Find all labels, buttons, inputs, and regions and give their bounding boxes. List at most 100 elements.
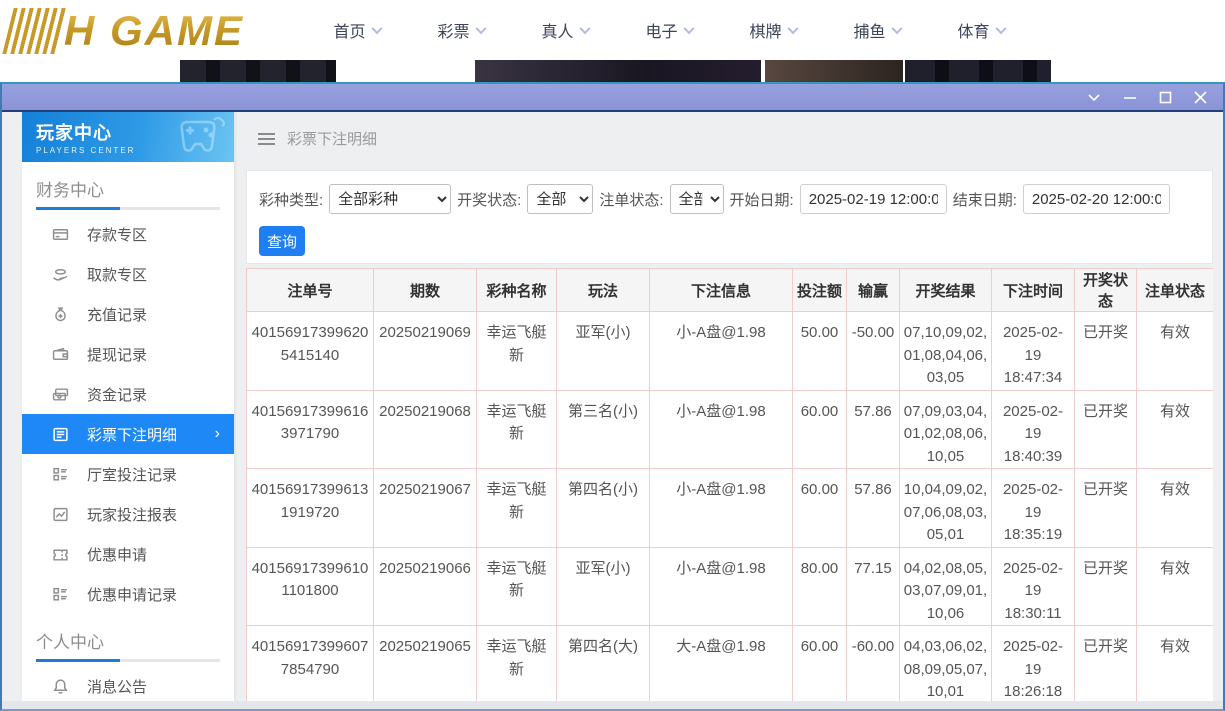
- table-cell: 第三名(小): [557, 390, 650, 469]
- table-cell: 已开奖: [1075, 312, 1137, 391]
- nav-item-label: 捕鱼: [853, 18, 885, 42]
- breadcrumb: 彩票下注明细: [258, 128, 377, 149]
- column-header: 注单状态: [1137, 269, 1214, 312]
- sidebar-item-label: 充值记录: [87, 304, 147, 325]
- gamepad-icon: [168, 114, 228, 160]
- recharge-record-icon: [52, 306, 69, 323]
- table-cell: 57.86: [847, 390, 900, 469]
- background-banner-fragment: [905, 60, 1051, 82]
- nav-item-label: 电子: [645, 18, 677, 42]
- sidebar-item-player-bet-report[interactable]: 玩家投注报表›: [22, 494, 234, 534]
- withdraw-record-icon: [52, 346, 69, 363]
- chevron-down-icon: [579, 23, 590, 34]
- background-banner-fragment: [765, 60, 903, 82]
- table-header-row: 注单号期数彩种名称玩法下注信息投注额输赢开奖结果下注时间开奖状态注单状态: [247, 269, 1214, 312]
- sidebar-item-promo-apply[interactable]: 优惠申请›: [22, 534, 234, 574]
- table-cell: 有效: [1137, 626, 1214, 702]
- chevron-down-icon: [371, 23, 382, 34]
- table-cell: 大-A盘@1.98: [650, 626, 793, 702]
- table-cell: 有效: [1137, 547, 1214, 626]
- table-row: 40156917399610110180020250219066幸运飞艇新亚军(…: [247, 547, 1214, 626]
- sidebar-item-label: 玩家投注报表: [87, 504, 177, 525]
- sidebar-item-lottery-bet-detail[interactable]: 彩票下注明细 ›: [22, 414, 234, 454]
- filter-panel: 彩种类型: 全部彩种 开奖状态: 全部 注单状态: 全部 开始日期: 结束日期:…: [246, 170, 1213, 264]
- sidebar-item-label: 提现记录: [87, 344, 147, 365]
- nav-item-2[interactable]: 真人: [513, 0, 617, 60]
- draw-status-label: 开奖状态:: [457, 189, 521, 210]
- table-cell: 幸运飞艇新: [477, 547, 557, 626]
- table-cell: 第四名(小): [557, 469, 650, 548]
- column-header: 注单号: [247, 269, 374, 312]
- table-cell: 80.00: [793, 547, 847, 626]
- search-button[interactable]: 查询: [259, 226, 305, 256]
- sidebar-item-funds-record[interactable]: 资金记录›: [22, 374, 234, 414]
- end-date-input[interactable]: [1023, 184, 1170, 214]
- table-cell: 小-A盘@1.98: [650, 547, 793, 626]
- table-cell: 20250219069: [374, 312, 477, 391]
- table-cell: 有效: [1137, 312, 1214, 391]
- sidebar-item-withdraw-hand[interactable]: 取款专区›: [22, 254, 234, 294]
- sidebar-item-label: 彩票下注明细: [87, 424, 177, 445]
- window-content: 玩家中心 PLAYERS CENTER 财务中心存款专区›取款专区›充值记录›提…: [2, 112, 1223, 709]
- sidebar-section-title-0: 财务中心: [36, 176, 220, 201]
- table-cell: 有效: [1137, 469, 1214, 548]
- table-cell: 已开奖: [1075, 390, 1137, 469]
- nav-item-6[interactable]: 体育: [929, 0, 1033, 60]
- table-cell: 2025-02-19 18:26:18: [992, 626, 1075, 702]
- table-cell: 小-A盘@1.98: [650, 390, 793, 469]
- table-cell: 2025-02-19 18:47:34: [992, 312, 1075, 391]
- table-cell: 57.86: [847, 469, 900, 548]
- start-date-input[interactable]: [800, 184, 947, 214]
- column-header: 投注额: [793, 269, 847, 312]
- table-cell: 20250219068: [374, 390, 477, 469]
- table-cell: 第四名(大): [557, 626, 650, 702]
- column-header: 玩法: [557, 269, 650, 312]
- maximize-icon[interactable]: [1159, 91, 1172, 104]
- funds-record-icon: [52, 386, 69, 403]
- table-cell: 10,04,09,02,07,06,08,03,05,01: [900, 469, 992, 548]
- column-header: 开奖结果: [900, 269, 992, 312]
- table-row: 40156917399616397179020250219068幸运飞艇新第三名…: [247, 390, 1214, 469]
- sidebar-item-bell[interactable]: 消息公告›: [22, 666, 234, 701]
- chevron-down-icon: [787, 23, 798, 34]
- table-cell: 幸运飞艇新: [477, 312, 557, 391]
- chevron-down-icon: [475, 23, 486, 34]
- sidebar-item-deposit-card[interactable]: 存款专区›: [22, 214, 234, 254]
- menu-toggle-icon[interactable]: [258, 133, 275, 145]
- table-cell: 已开奖: [1075, 547, 1137, 626]
- table-cell: -50.00: [847, 312, 900, 391]
- sidebar: 玩家中心 PLAYERS CENTER 财务中心存款专区›取款专区›充值记录›提…: [22, 112, 234, 701]
- player-bet-report-icon: [52, 506, 69, 523]
- nav-item-3[interactable]: 电子: [617, 0, 721, 60]
- sidebar-item-promo-records[interactable]: 优惠申请记录›: [22, 574, 234, 614]
- minimize-icon[interactable]: [1123, 93, 1137, 102]
- sidebar-item-recharge-record[interactable]: 充值记录›: [22, 294, 234, 334]
- chevron-down-icon: [683, 23, 694, 34]
- sidebar-menu: 财务中心存款专区›取款专区›充值记录›提现记录›资金记录› 彩票下注明细 › 厅室投注…: [22, 176, 234, 701]
- deposit-card-icon: [52, 226, 69, 243]
- nav-item-1[interactable]: 彩票: [409, 0, 513, 60]
- chevron-right-icon: ›: [215, 425, 220, 443]
- sidebar-item-withdraw-record[interactable]: 提现记录›: [22, 334, 234, 374]
- promo-records-icon: [52, 586, 69, 603]
- lottery-type-select[interactable]: 全部彩种: [329, 184, 451, 214]
- table-cell: 亚军(小): [557, 312, 650, 391]
- nav-item-4[interactable]: 棋牌: [721, 0, 825, 60]
- table-cell: 60.00: [793, 390, 847, 469]
- draw-status-select[interactable]: 全部: [527, 184, 593, 214]
- panel-chevron-down-icon[interactable]: [1087, 93, 1101, 102]
- table-cell: 幸运飞艇新: [477, 469, 557, 548]
- order-status-select[interactable]: 全部: [670, 184, 724, 214]
- sidebar-item-hall-bet-records[interactable]: 厅室投注记录›: [22, 454, 234, 494]
- table-cell: 有效: [1137, 390, 1214, 469]
- table-cell: 亚军(小): [557, 547, 650, 626]
- section-divider: [36, 207, 220, 210]
- table-cell: 401569173996205415140: [247, 312, 374, 391]
- nav-item-label: 体育: [957, 18, 989, 42]
- lottery-bet-detail-icon: [52, 426, 69, 443]
- close-icon[interactable]: [1194, 91, 1207, 104]
- nav-item-0[interactable]: 首页: [305, 0, 409, 60]
- table-cell: 20250219067: [374, 469, 477, 548]
- nav-item-5[interactable]: 捕鱼: [825, 0, 929, 60]
- site-logo[interactable]: H GAME: [8, 4, 244, 58]
